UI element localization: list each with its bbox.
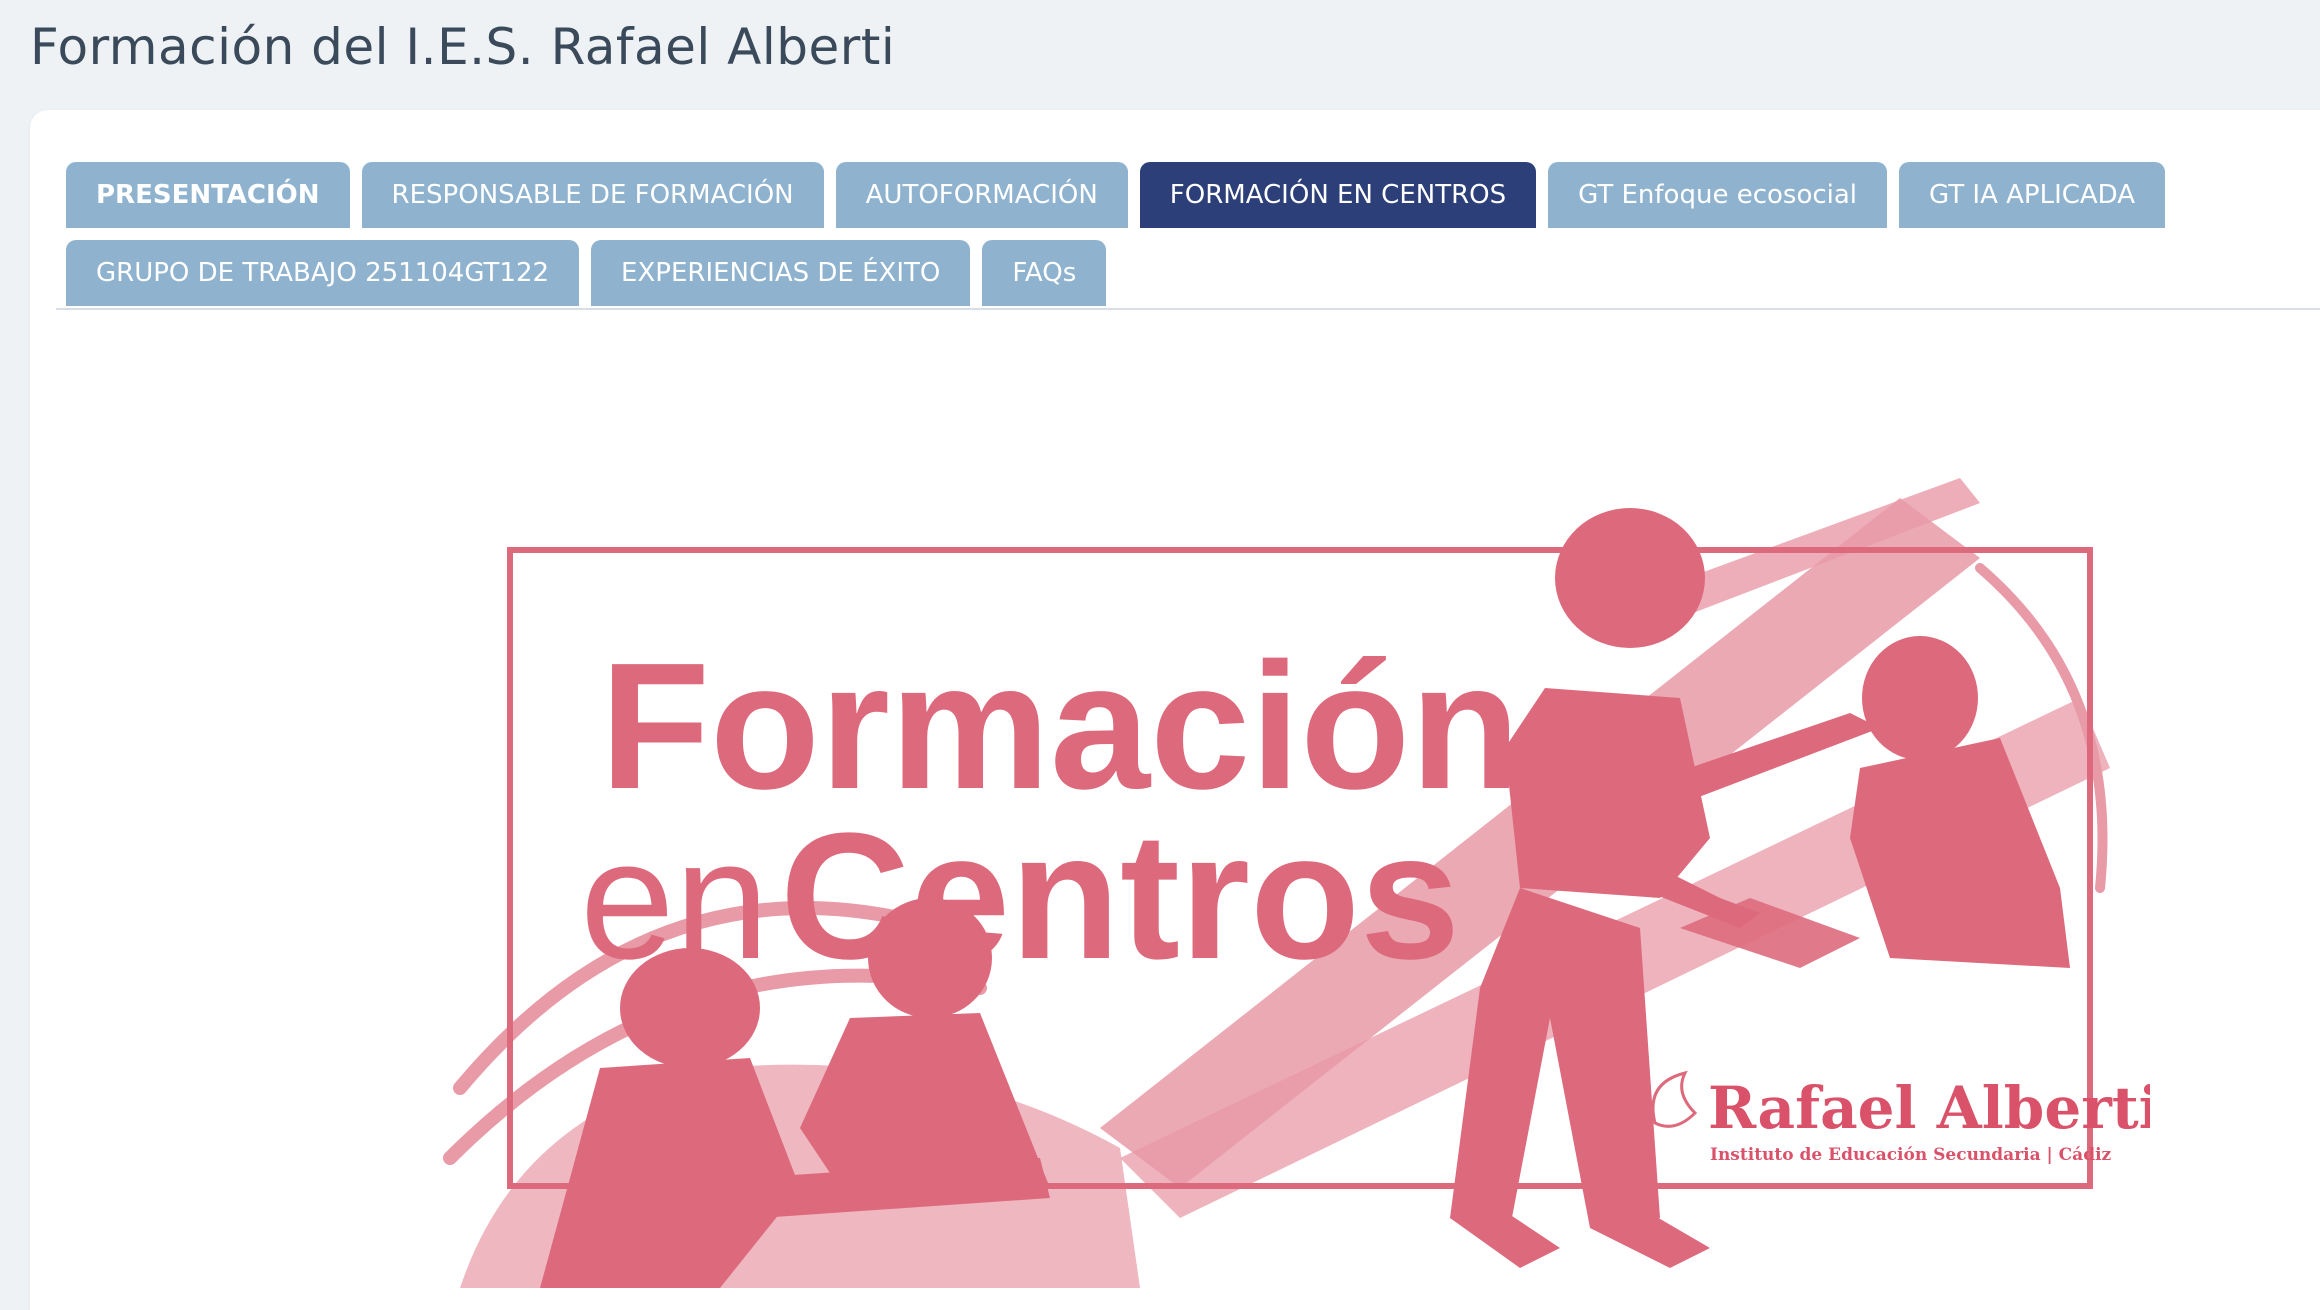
tab-formacion-centros[interactable]: FORMACIÓN EN CENTROS [1139, 162, 1537, 228]
tab-gt-enfoque-ecosocial[interactable]: GT Enfoque ecosocial [1548, 162, 1888, 228]
page-title: Formación del I.E.S. Rafael Alberti [30, 18, 896, 76]
tab-gt-ia-aplicada[interactable]: GT IA APLICADA [1899, 162, 2166, 228]
tab-row-2: GRUPO DE TRABAJO 251104GT122 EXPERIENCIA… [66, 240, 2320, 306]
logo-name: Rafael Alberti [1708, 1074, 2150, 1142]
tab-experiencias-exito[interactable]: EXPERIENCIAS DE ÉXITO [591, 240, 971, 306]
formacion-centros-banner: Formación en Centros Rafael Alberti Inst… [420, 368, 2150, 1288]
logo-subtitle: Instituto de Educación Secundaria | Cádi… [1710, 1145, 2112, 1165]
banner-illustration: Formación en Centros Rafael Alberti Inst… [443, 478, 2150, 1288]
tab-presentacion[interactable]: PRESENTACIÓN [66, 162, 350, 228]
tab-autoformacion[interactable]: AUTOFORMACIÓN [835, 162, 1128, 228]
tab-grupo-trabajo[interactable]: GRUPO DE TRABAJO 251104GT122 [66, 240, 580, 306]
rafael-alberti-logo: Rafael Alberti Instituto de Educación Se… [1651, 1070, 2150, 1165]
tab-row-1: PRESENTACIÓN RESPONSABLE DE FORMACIÓN AU… [66, 162, 2320, 228]
tab-responsable-formacion[interactable]: RESPONSABLE DE FORMACIÓN [361, 162, 824, 228]
tabs-divider [56, 308, 2320, 310]
tab-bar: PRESENTACIÓN RESPONSABLE DE FORMACIÓN AU… [66, 162, 2320, 318]
dove-icon [1651, 1070, 1698, 1128]
tab-faqs[interactable]: FAQs [982, 240, 1107, 306]
